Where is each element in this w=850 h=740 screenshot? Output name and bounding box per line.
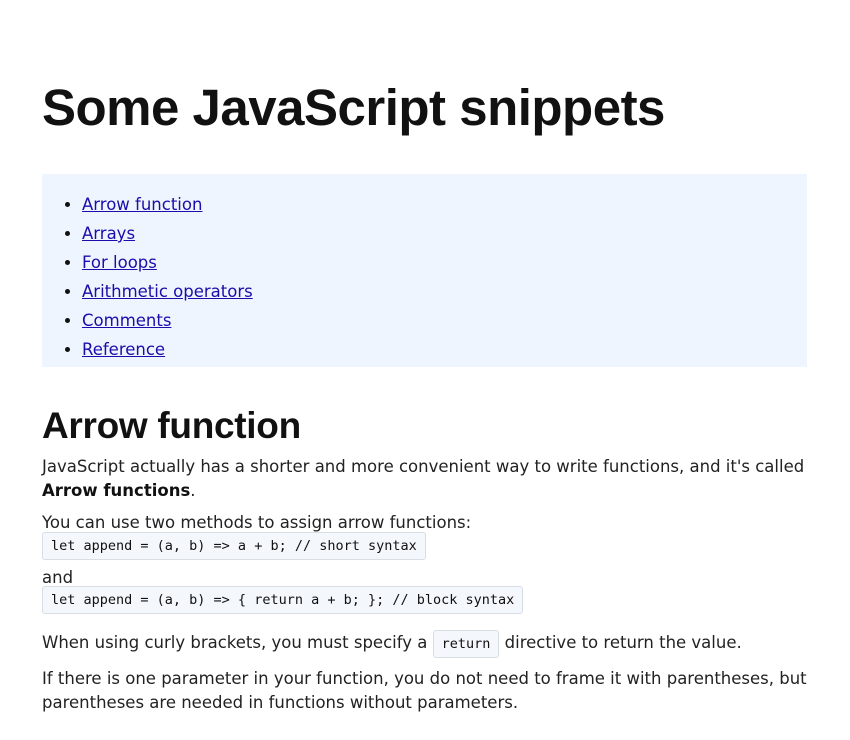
parameters-paragraph-line2: parentheses are needed in functions with… <box>42 693 519 712</box>
code-short-syntax: let append = (a, b) => a + b; // short s… <box>42 532 426 560</box>
toc-item: Reference <box>82 335 807 364</box>
toc-item: Arithmetic operators <box>82 277 807 306</box>
curly-text-after: directive to return the value. <box>504 633 742 652</box>
toc-item: For loops <box>82 248 807 277</box>
toc-item: Arrow function <box>82 190 807 219</box>
toc-item: Comments <box>82 306 807 335</box>
return-keyword-code: return <box>432 630 500 658</box>
arrow-functions-term: Arrow functions <box>42 481 191 500</box>
intro-period: . <box>190 481 196 500</box>
parameters-paragraph-line1: If there is one parameter in your functi… <box>42 669 807 688</box>
code-snippet-block-syntax: let append = (a, b) => { return a + b; }… <box>42 586 524 614</box>
toc-link-arithmetic-operators[interactable]: Arithmetic operators <box>82 282 253 301</box>
toc-link-reference[interactable]: Reference <box>82 340 165 359</box>
toc-link-for-loops[interactable]: For loops <box>82 253 157 272</box>
toc-link-comments[interactable]: Comments <box>82 311 171 330</box>
curly-text-before: When using curly brackets, you must spec… <box>42 633 428 652</box>
curly-brackets-paragraph: When using curly brackets, you must spec… <box>42 630 742 658</box>
section-heading-arrow-function: Arrow function <box>42 405 301 446</box>
toc-link-arrays[interactable]: Arrays <box>82 224 135 243</box>
toc-item: Arrays <box>82 219 807 248</box>
page: Some JavaScript snippets Arrow function … <box>0 0 850 740</box>
table-of-contents: Arrow function Arrays For loops Arithmet… <box>42 174 807 367</box>
code-snippet-short-syntax: let append = (a, b) => a + b; // short s… <box>42 532 426 560</box>
toc-link-arrow-function[interactable]: Arrow function <box>82 195 202 214</box>
code-block-syntax: let append = (a, b) => { return a + b; }… <box>42 586 524 614</box>
toc-list: Arrow function Arrays For loops Arithmet… <box>42 174 807 364</box>
page-title: Some JavaScript snippets <box>42 79 665 136</box>
intro-paragraph-line1: JavaScript actually has a shorter and mo… <box>42 457 805 476</box>
intro-paragraph-line2: Arrow functions. <box>42 479 196 503</box>
